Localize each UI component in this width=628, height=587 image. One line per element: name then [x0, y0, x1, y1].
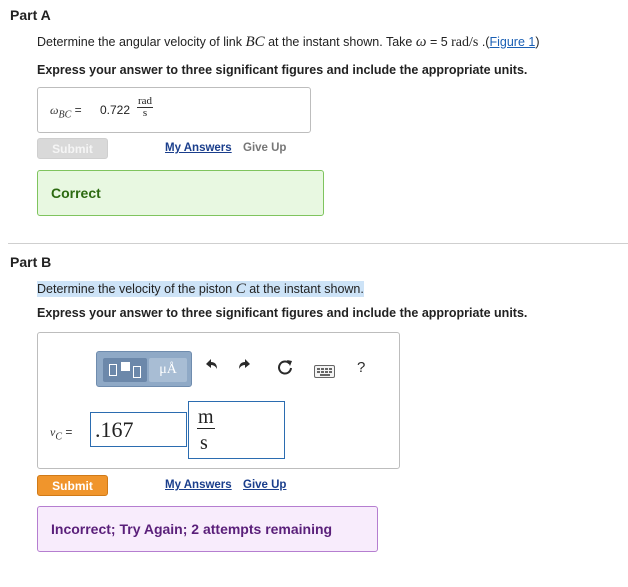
keyboard-icon[interactable]	[314, 365, 335, 378]
answer-label: vC =	[50, 425, 72, 442]
question-text: .(	[478, 35, 490, 49]
part-a-title: Part A	[10, 7, 51, 23]
answer-label: ωBC =	[50, 103, 82, 120]
answer-unit: rad s	[137, 96, 154, 119]
equation-toolbar: μÅ	[96, 351, 192, 387]
feedback-text: Incorrect; Try Again; 2 attempts remaini…	[51, 521, 333, 537]
question-text: )	[535, 35, 540, 49]
answer-subscript: BC	[58, 109, 72, 121]
part-a-instruction: Express your answer to three significant…	[37, 63, 528, 77]
part-b-instruction: Express your answer to three significant…	[37, 306, 528, 320]
units-button[interactable]: μÅ	[149, 358, 187, 382]
unit-numerator: m	[197, 406, 215, 429]
question-text: Determine the velocity of the piston	[37, 282, 236, 296]
give-up-link[interactable]: Give Up	[243, 142, 286, 154]
part-b-question: Determine the velocity of the piston C a…	[37, 281, 364, 298]
omega-unit: rad/s	[451, 35, 479, 50]
template-icon	[133, 366, 141, 378]
template-icon	[121, 362, 130, 371]
link-variable: BC	[245, 34, 265, 50]
redo-icon[interactable]	[237, 357, 253, 378]
feedback-text: Correct	[51, 185, 101, 201]
question-text: = 5	[426, 35, 452, 49]
omega-symbol: ω	[415, 34, 427, 50]
help-icon[interactable]: ?	[357, 359, 365, 376]
submit-button[interactable]: Submit	[37, 138, 108, 159]
my-answers-link[interactable]: My Answers	[165, 479, 232, 491]
part-b-title: Part B	[10, 254, 52, 270]
reset-icon[interactable]	[277, 359, 293, 380]
unit-denominator: s	[142, 107, 148, 119]
give-up-link[interactable]: Give Up	[243, 479, 286, 491]
undo-icon[interactable]	[203, 357, 219, 378]
my-answers-link[interactable]: My Answers	[165, 142, 232, 154]
part-a-answer-box: ωBC = 0.722 rad s	[37, 87, 311, 133]
section-divider	[8, 243, 628, 244]
part-a-question: Determine the angular velocity of link B…	[37, 34, 540, 51]
velocity-value-input[interactable]: .167	[90, 412, 187, 447]
equals-sign: =	[62, 425, 73, 439]
template-icon	[109, 364, 117, 376]
piston-variable: C	[235, 281, 246, 297]
templates-button[interactable]	[103, 358, 147, 382]
question-text: at the instant shown.	[245, 282, 364, 296]
answer-value: 0.722	[100, 103, 131, 117]
part-b-answer-box: μÅ ? vC = .167 m s	[37, 332, 400, 469]
units-input[interactable]: m s	[188, 401, 285, 459]
figure-link[interactable]: Figure 1	[489, 35, 535, 49]
question-text: Determine the angular velocity of link	[37, 35, 246, 49]
equals-sign: =	[71, 103, 82, 117]
incorrect-feedback: Incorrect; Try Again; 2 attempts remaini…	[37, 506, 378, 552]
answer-subscript: C	[55, 431, 62, 443]
unit-denominator: s	[200, 432, 208, 454]
question-text: at the instant shown. Take	[264, 35, 416, 49]
highlighted-question: Determine the velocity of the piston C a…	[37, 281, 364, 297]
submit-button[interactable]: Submit	[37, 475, 108, 496]
correct-feedback: Correct	[37, 170, 324, 216]
